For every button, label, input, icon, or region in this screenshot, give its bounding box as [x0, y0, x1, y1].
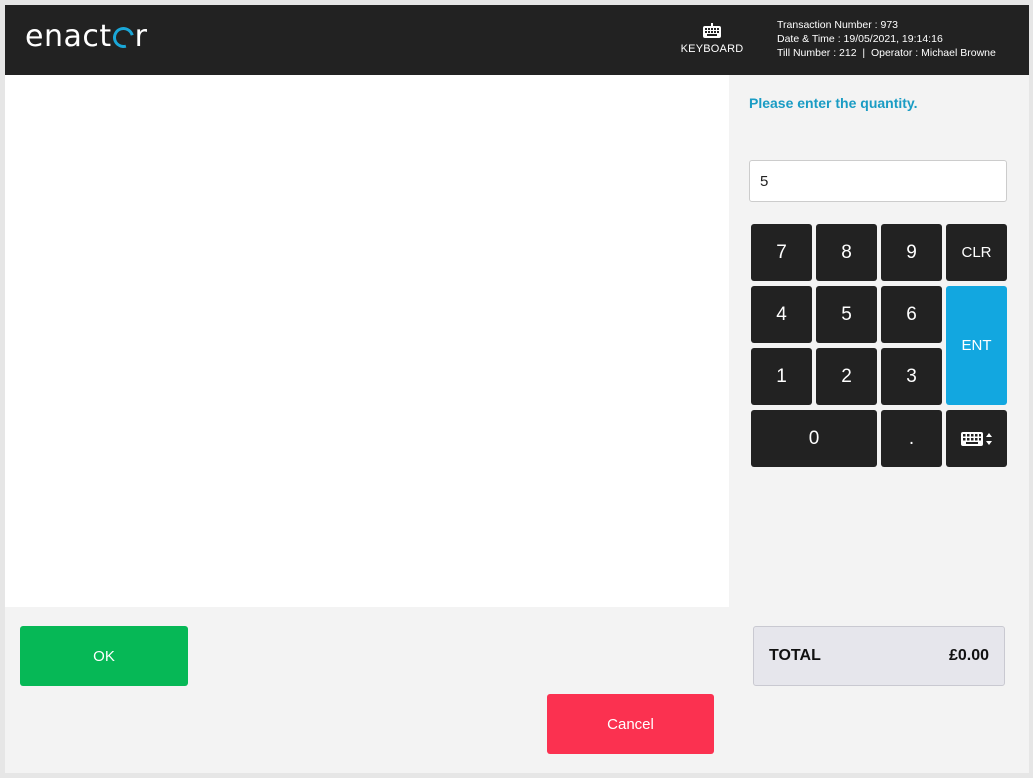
key-1[interactable]: 1 — [751, 348, 812, 405]
prompt-message: Please enter the quantity. — [749, 95, 918, 111]
till-operator: Till Number : 212 | Operator : Michael B… — [777, 47, 996, 59]
key-9[interactable]: 9 — [881, 224, 942, 281]
keyboard-button[interactable]: KEYBOARD — [677, 17, 747, 65]
key-5[interactable]: 5 — [816, 286, 877, 343]
ok-button[interactable]: OK — [20, 626, 188, 686]
keyboard-label: KEYBOARD — [680, 43, 744, 55]
decimal-key[interactable]: . — [881, 410, 942, 467]
keyboard-toggle-key[interactable] — [946, 410, 1007, 467]
total-amount: £0.00 — [948, 647, 989, 664]
total-label: TOTAL — [769, 647, 821, 664]
key-6[interactable]: 6 — [881, 286, 942, 343]
main-content-area — [5, 75, 729, 607]
keyboard-icon — [703, 23, 721, 38]
quantity-input[interactable] — [749, 160, 1007, 202]
transaction-info: Transaction Number : 973 Date & Time : 1… — [777, 18, 996, 60]
key-7[interactable]: 7 — [751, 224, 812, 281]
key-0[interactable]: 0 — [751, 410, 877, 467]
pos-screen: enact r KEYBOARD Transaction Number : 973… — [5, 5, 1029, 773]
key-4[interactable]: 4 — [751, 286, 812, 343]
key-8[interactable]: 8 — [816, 224, 877, 281]
transaction-number: Transaction Number : 973 — [777, 19, 899, 31]
key-3[interactable]: 3 — [881, 348, 942, 405]
top-header-bar: enact r KEYBOARD Transaction Number : 973… — [5, 5, 1029, 75]
enactor-logo: enact r — [25, 19, 148, 54]
keyboard-toggle-icon — [960, 431, 992, 446]
date-time: Date & Time : 19/05/2021, 19:14:16 — [777, 33, 943, 45]
cancel-button[interactable]: Cancel — [547, 694, 714, 754]
clear-key[interactable]: CLR — [946, 224, 1007, 281]
enter-key[interactable]: ENT — [946, 286, 1007, 405]
key-2[interactable]: 2 — [816, 348, 877, 405]
total-panel: TOTAL £0.00 — [753, 626, 1005, 686]
